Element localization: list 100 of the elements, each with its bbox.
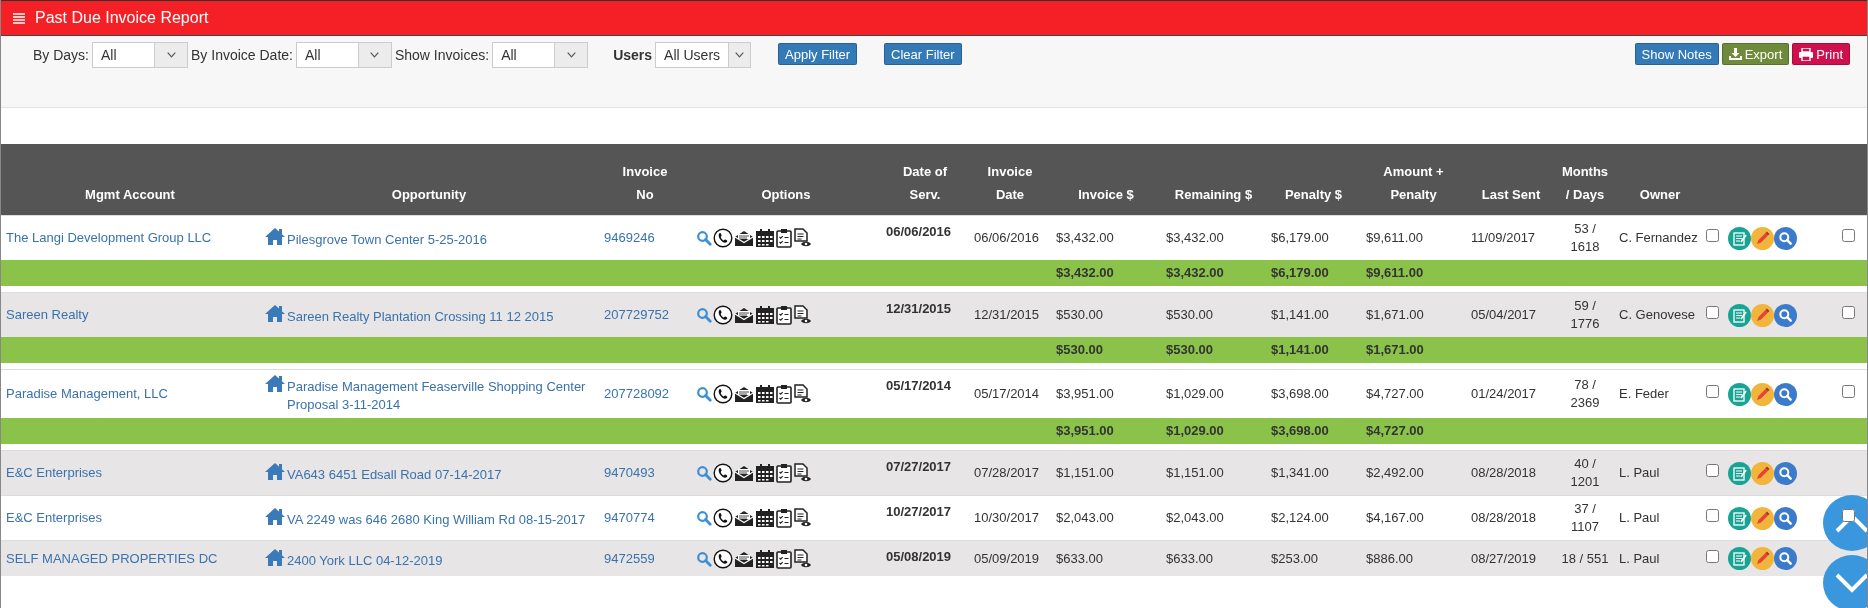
document-eye-icon[interactable]: [793, 228, 813, 248]
envelope-icon[interactable]: [734, 306, 754, 324]
search-icon[interactable]: [696, 386, 712, 402]
document-eye-icon[interactable]: [793, 508, 813, 528]
search-icon[interactable]: [696, 510, 712, 526]
phone-icon[interactable]: [713, 228, 733, 248]
filter-button[interactable]: Clear Filter: [884, 43, 962, 65]
search-icon[interactable]: [1774, 461, 1797, 485]
envelope-icon[interactable]: [734, 549, 754, 568]
clipboard-icon[interactable]: [776, 508, 792, 528]
filter-button[interactable]: Apply Filter: [778, 43, 858, 65]
subtotal-cell: $6,179.00: [1271, 265, 1329, 280]
search-icon[interactable]: [1774, 226, 1797, 250]
pencil-icon[interactable]: [1751, 547, 1774, 570]
phone-icon[interactable]: [713, 508, 733, 528]
invoice-link[interactable]: 9470774: [604, 510, 655, 525]
export-button[interactable]: Export: [1721, 43, 1790, 65]
pencil-icon[interactable]: [1751, 226, 1774, 250]
note-icon[interactable]: [1728, 461, 1751, 485]
invoice-link[interactable]: 9472559: [604, 550, 655, 566]
account-link[interactable]: Paradise Management, LLC: [6, 386, 168, 401]
row-checkbox[interactable]: [1706, 229, 1719, 242]
table-cell: $1,341.00: [1271, 465, 1329, 480]
filter-dropdown[interactable]: All: [295, 42, 392, 68]
clipboard-icon[interactable]: [776, 228, 792, 248]
pencil-icon[interactable]: [1751, 461, 1774, 485]
note-icon[interactable]: [1728, 506, 1751, 530]
row-checkbox[interactable]: [1706, 549, 1719, 563]
row-checkbox[interactable]: [1842, 306, 1855, 319]
note-icon[interactable]: [1728, 547, 1751, 570]
row-checkbox[interactable]: [1842, 385, 1855, 398]
clipboard-icon[interactable]: [776, 463, 792, 483]
scroll-down-button[interactable]: [1823, 555, 1867, 608]
pencil-icon[interactable]: [1751, 382, 1774, 406]
filter-dropdown[interactable]: All: [492, 42, 589, 68]
note-icon[interactable]: [1728, 382, 1751, 406]
note-icon[interactable]: [1728, 303, 1751, 327]
search-icon[interactable]: [1774, 506, 1797, 530]
opportunity-link[interactable]: 2400 York LLC 04-12-2019: [287, 551, 443, 570]
calendar-icon[interactable]: [755, 228, 775, 248]
clipboard-icon[interactable]: [776, 548, 792, 569]
account-link[interactable]: E&C Enterprises: [6, 510, 103, 525]
opportunity-link[interactable]: VA 2249 was 646 2680 King William Rd 08-15-2017: [287, 511, 586, 529]
row-checkbox[interactable]: [1706, 509, 1719, 522]
row-checkbox[interactable]: [1706, 306, 1719, 319]
clipboard-icon[interactable]: [776, 384, 792, 404]
phone-icon[interactable]: [713, 548, 733, 569]
envelope-icon[interactable]: [734, 464, 754, 482]
calendar-icon[interactable]: [755, 384, 775, 404]
table-cell: $4,167.00: [1366, 510, 1424, 525]
clipboard-icon[interactable]: [776, 305, 792, 325]
document-eye-icon[interactable]: [793, 463, 813, 483]
opportunity-link[interactable]: Sareen Realty Plantation Crossing 11 12 2015: [287, 308, 554, 326]
account-link[interactable]: E&C Enterprises: [6, 465, 103, 480]
calendar-icon[interactable]: [755, 305, 775, 325]
document-eye-icon[interactable]: [793, 384, 813, 404]
document-eye-icon[interactable]: [793, 548, 813, 569]
search-icon[interactable]: [696, 465, 712, 481]
account-link[interactable]: Sareen Realty: [6, 307, 89, 322]
invoice-link[interactable]: 207728092: [604, 386, 670, 401]
opportunity-link[interactable]: Paradise Management Feaserville Shopping Center Proposal 3-11-2014: [287, 378, 594, 414]
row-checkbox[interactable]: [1842, 229, 1855, 242]
print-button[interactable]: Print: [1792, 43, 1850, 65]
calendar-icon[interactable]: [755, 463, 775, 483]
search-icon[interactable]: [1774, 547, 1797, 570]
search-icon[interactable]: [696, 307, 712, 323]
account-link[interactable]: The Langi Development Group LLC: [6, 230, 212, 245]
column-header: Date of Serv.: [881, 144, 969, 216]
document-eye-icon[interactable]: [793, 305, 813, 325]
column-header: Amount + Penalty: [1361, 144, 1466, 216]
show-notes-button[interactable]: Show Notes: [1634, 43, 1719, 65]
pencil-icon[interactable]: [1751, 303, 1774, 327]
search-icon[interactable]: [1774, 303, 1797, 327]
row-checkbox[interactable]: [1842, 509, 1855, 522]
search-icon[interactable]: [1774, 382, 1797, 406]
filter-dropdown[interactable]: All: [92, 42, 188, 68]
note-icon[interactable]: [1728, 226, 1751, 250]
owner-name: L. Paul: [1619, 550, 1660, 566]
menu-icon[interactable]: [13, 12, 25, 24]
row-checkbox[interactable]: [1706, 464, 1719, 477]
envelope-icon[interactable]: [734, 385, 754, 403]
filter-dropdown[interactable]: All Users: [655, 42, 752, 68]
calendar-icon[interactable]: [755, 508, 775, 528]
phone-icon[interactable]: [713, 305, 733, 325]
opportunity-link[interactable]: Pilesgrove Town Center 5-25-2016: [287, 231, 487, 249]
phone-icon[interactable]: [713, 463, 733, 483]
envelope-icon[interactable]: [734, 509, 754, 527]
opportunity-link[interactable]: VA643 6451 Edsall Road 07-14-2017: [287, 466, 502, 484]
envelope-icon[interactable]: [734, 229, 754, 247]
account-link[interactable]: SELF MANAGED PROPERTIES DC: [6, 550, 218, 566]
invoice-link[interactable]: 9469246: [604, 230, 655, 245]
invoice-link[interactable]: 207729752: [604, 307, 670, 322]
invoice-link[interactable]: 9470493: [604, 465, 655, 480]
calendar-icon[interactable]: [755, 548, 775, 569]
phone-icon[interactable]: [713, 384, 733, 404]
pencil-icon[interactable]: [1751, 506, 1774, 530]
home-icon: [264, 462, 286, 481]
row-checkbox[interactable]: [1706, 385, 1719, 398]
search-icon[interactable]: [696, 230, 712, 246]
filter-label: By Days:: [33, 47, 89, 63]
